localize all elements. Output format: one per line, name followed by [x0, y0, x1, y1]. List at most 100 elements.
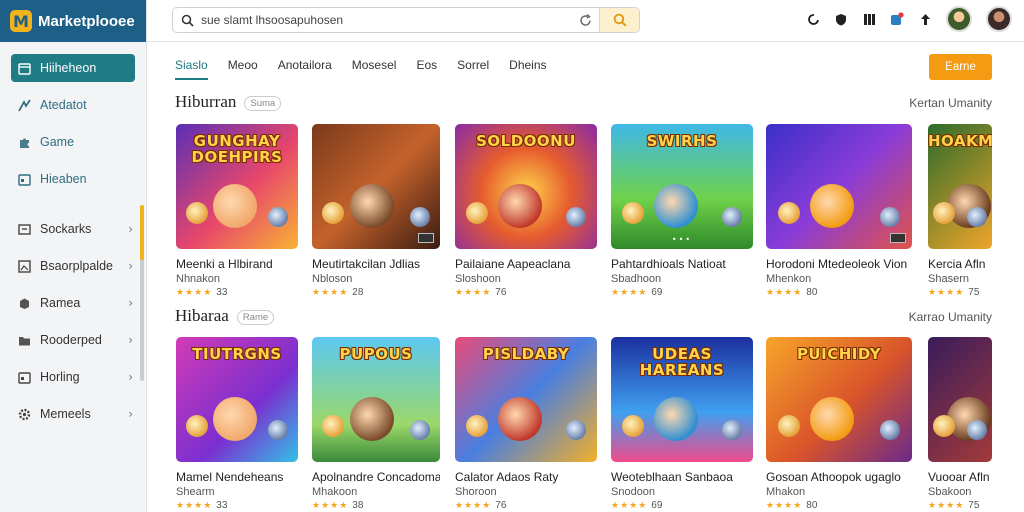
- chart-icon: [17, 98, 31, 112]
- game-thumbnail[interactable]: PISLDABY: [455, 337, 597, 462]
- thumbnail-title: PUICHIDY: [796, 345, 882, 363]
- card-subtitle: Nhnakon: [176, 273, 221, 285]
- card-rating: ★★★★ 80: [766, 500, 912, 511]
- upload-icon[interactable]: [918, 12, 932, 26]
- star-rating-icon: ★★★★: [611, 501, 648, 511]
- game-thumbnail[interactable]: SOLDOONU: [455, 124, 597, 249]
- game-thumbnail[interactable]: SWIRHS •••: [611, 124, 753, 249]
- game-thumbnail[interactable]: PUICHIDY: [766, 337, 912, 462]
- thumbnail-title: GUNGHAY DOEHPIRS: [191, 132, 283, 166]
- card-rating: ★★★★ 28: [312, 287, 440, 298]
- section-tag: Rame: [236, 309, 275, 325]
- brand[interactable]: M Marketplooee: [0, 0, 146, 42]
- game-card[interactable]: PISLDABY Calator Adaos Raty Shoroon ★★★★ 76: [455, 337, 597, 511]
- tab-3[interactable]: Mosesel: [352, 52, 397, 80]
- sidebar-item-8[interactable]: Horling ›: [11, 363, 135, 391]
- game-card[interactable]: TIUTRGNS Mamel Nendeheans Shearm ★★★★ 33: [176, 337, 298, 511]
- search-input[interactable]: [201, 13, 571, 27]
- thumbnail-title: TIUTRGNS: [192, 345, 282, 363]
- cta-button[interactable]: Earne: [929, 54, 992, 80]
- game-thumbnail[interactable]: GUNGHAY DOEHPIRS: [176, 124, 298, 249]
- sidebar-item-label: Atedatot: [40, 98, 87, 112]
- character-illustration: [622, 201, 645, 224]
- card-rating: ★★★★ 76: [455, 500, 597, 511]
- section-link[interactable]: Kertan Umanity: [909, 96, 992, 110]
- shield-icon[interactable]: [834, 12, 848, 26]
- card-title: Apolnandre Concadoma: [312, 470, 440, 484]
- game-card[interactable]: Horodoni Mtedeoleok Vion Mhenkon ★★★★ 80: [766, 124, 912, 298]
- game-card[interactable]: SOLDOONU Pailaiane Aapeaclana Sloshoon ★★★★…: [455, 124, 597, 298]
- avatar[interactable]: [946, 6, 972, 32]
- game-card[interactable]: GUNGHAY DOEHPIRS Meenki a Hlbirand Nhnakon…: [176, 124, 298, 298]
- refresh-icon[interactable]: [806, 12, 820, 26]
- character-illustration: [185, 414, 208, 437]
- star-rating-icon: ★★★★: [176, 288, 213, 298]
- search-button[interactable]: [599, 8, 639, 32]
- card-title: Pailaiane Aapeaclana: [455, 257, 571, 271]
- brand-logo: M: [10, 10, 32, 32]
- tab-4[interactable]: Eos: [416, 52, 437, 80]
- section-link[interactable]: Karrao Umanity: [909, 310, 992, 324]
- game-card[interactable]: SWIRHS ••• Pahtardhioals Natioat Sbadhoon ★★…: [611, 124, 753, 298]
- game-thumbnail[interactable]: PUPOUS: [312, 337, 440, 462]
- corner-badge: [418, 233, 434, 243]
- sidebar-item-6[interactable]: Ramea ›: [11, 289, 135, 317]
- tab-1[interactable]: Meoo: [228, 52, 258, 80]
- search-icon: [173, 14, 201, 27]
- sidebar-item-9[interactable]: Memeels ›: [11, 400, 135, 428]
- section-tag: Suma: [244, 95, 282, 111]
- card-rating: ★★★★ 75: [928, 287, 992, 298]
- notification-icon[interactable]: [890, 12, 904, 26]
- star-rating-icon: ★★★★: [176, 501, 213, 511]
- top-bar: [147, 0, 1024, 42]
- game-card[interactable]: PUICHIDY Gosoan Athoopok ugaglo Mhakon ★★★★…: [766, 337, 912, 511]
- sidebar-item-0[interactable]: Hiiheheon: [11, 54, 135, 82]
- refresh-icon[interactable]: [571, 13, 599, 27]
- sidebar-item-2[interactable]: Game: [11, 128, 135, 156]
- star-rating-icon: ★★★★: [312, 501, 349, 511]
- game-thumbnail[interactable]: [766, 124, 912, 249]
- game-card[interactable]: UDEAS HAREANS Weoteblhaan Sanbaoa Snodoon ★…: [611, 337, 753, 511]
- game-card[interactable]: HOAKM Kercia Afln Shasern ★★★★ 75: [928, 124, 992, 298]
- game-card[interactable]: PUPOUS Apolnandre Concadoma Mhakoon ★★★★ 38: [312, 337, 440, 511]
- game-thumbnail[interactable]: HOAKM: [928, 124, 992, 249]
- sidebar-item-label: Ramea: [40, 296, 81, 310]
- game-thumbnail[interactable]: [312, 124, 440, 249]
- character-illustration: [721, 206, 742, 227]
- character-illustration: [880, 419, 901, 440]
- sidebar-item-5[interactable]: Bsaorplpalde ›: [11, 252, 135, 280]
- sidebar-item-7[interactable]: Rooderped ›: [11, 326, 135, 354]
- tab-0[interactable]: Siaslo: [175, 52, 208, 80]
- rating-count: 33: [216, 500, 228, 511]
- image-icon: [17, 259, 31, 273]
- character-illustration: [409, 419, 430, 440]
- sidebar-item-4[interactable]: Sockarks ›: [11, 215, 135, 243]
- card-title: Kercia Afln: [928, 257, 986, 271]
- game-card[interactable]: Meutirtakcilan Jdlias Nbloson ★★★★ 28: [312, 124, 440, 298]
- tab-5[interactable]: Sorrel: [457, 52, 489, 80]
- grid-icon[interactable]: [862, 12, 876, 26]
- sidebar-item-1[interactable]: Atedatot: [11, 91, 135, 119]
- rating-count: 28: [352, 287, 364, 298]
- character-illustration: [966, 419, 987, 440]
- character-illustration: [497, 397, 542, 441]
- card-title: Pahtardhioals Natioat: [611, 257, 726, 271]
- game-thumbnail[interactable]: UDEAS HAREANS: [611, 337, 753, 462]
- chevron-right-icon: ›: [128, 296, 133, 310]
- rating-count: 33: [216, 287, 228, 298]
- character-illustration: [653, 397, 698, 441]
- avatar[interactable]: [986, 6, 1012, 32]
- game-card[interactable]: Vuooar Afln Sbakoon ★★★★ 75: [928, 337, 992, 511]
- sidebar-item-3[interactable]: Hieaben: [11, 165, 135, 193]
- character-illustration: [268, 206, 289, 227]
- folder-icon: [17, 333, 31, 347]
- game-thumbnail[interactable]: [928, 337, 992, 462]
- tab-6[interactable]: Dheins: [509, 52, 546, 80]
- game-thumbnail[interactable]: TIUTRGNS: [176, 337, 298, 462]
- character-illustration: [268, 419, 289, 440]
- tab-2[interactable]: Anotailora: [278, 52, 332, 80]
- sidebar-scrollbar-thumb[interactable]: [140, 205, 144, 260]
- thumbnail-title: PISLDABY: [482, 345, 570, 363]
- thumbnail-title: HOAKM: [928, 132, 992, 150]
- carousel-dots[interactable]: •••: [611, 235, 753, 244]
